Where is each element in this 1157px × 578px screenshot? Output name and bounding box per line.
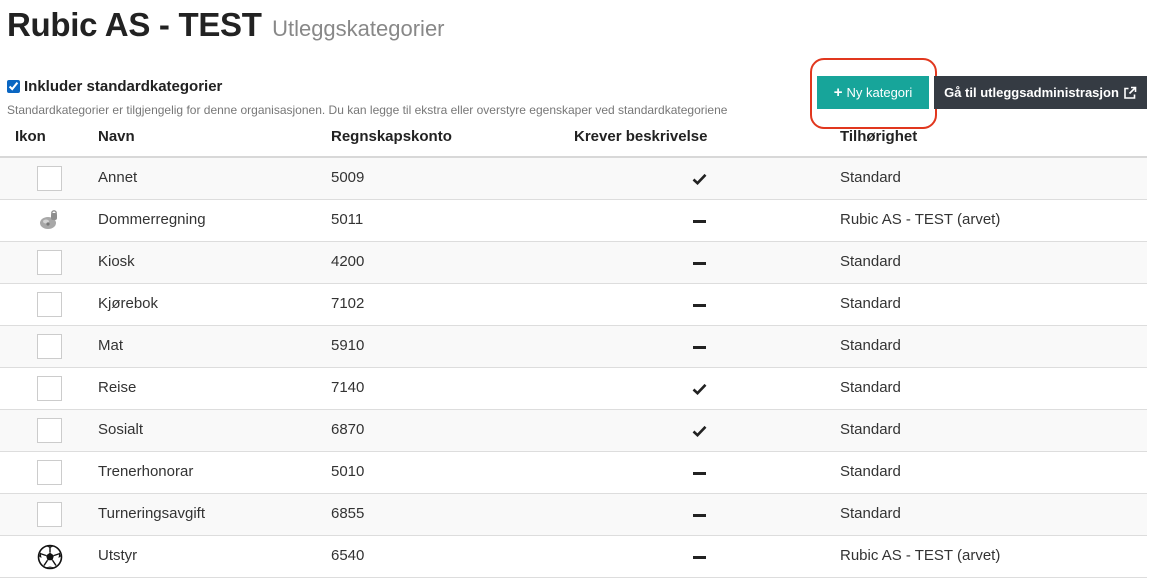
icon-placeholder <box>37 376 62 401</box>
category-belongs: Standard <box>840 379 901 396</box>
header-account: Regnskapskonto <box>331 128 452 145</box>
category-name: Trenerhonorar <box>98 463 194 480</box>
icon-placeholder <box>37 166 62 191</box>
category-belongs: Standard <box>840 169 901 186</box>
account-number: 7140 <box>331 379 365 396</box>
help-text: Standardkategorier er tilgjengelig for d… <box>7 103 728 117</box>
account-number: 6855 <box>331 505 365 522</box>
account-number: 6870 <box>331 421 365 438</box>
dash-icon <box>690 339 708 355</box>
whistle-icon <box>37 208 61 232</box>
table-row[interactable]: Dommerregning 5011 Rubic AS - TEST (arvet) <box>0 200 1147 242</box>
category-belongs: Standard <box>840 463 901 480</box>
category-belongs: Standard <box>840 295 901 312</box>
table-row[interactable]: Turneringsavgift 6855 Standard <box>0 494 1147 536</box>
check-icon <box>690 423 708 439</box>
include-standard-toggle[interactable]: Inkluder standardkategorier <box>7 78 222 95</box>
check-icon <box>690 171 708 187</box>
icon-placeholder <box>37 292 62 317</box>
account-number: 5009 <box>331 169 365 186</box>
table-header: Ikon Navn Regnskapskonto Krever beskrive… <box>0 120 1147 158</box>
dash-icon <box>690 549 708 565</box>
header-icon: Ikon <box>15 128 46 145</box>
dash-icon <box>690 297 708 313</box>
categories-table: Ikon Navn Regnskapskonto Krever beskrive… <box>0 120 1147 578</box>
category-name: Kiosk <box>98 253 135 270</box>
category-name: Mat <box>98 337 124 354</box>
table-row[interactable]: Annet 5009 Standard <box>0 158 1147 200</box>
soccer-ball-icon <box>37 544 63 570</box>
category-belongs: Standard <box>840 505 901 522</box>
category-belongs: Standard <box>840 421 901 438</box>
icon-placeholder <box>37 460 62 485</box>
page-subtitle: Utleggskategorier <box>272 16 445 41</box>
account-number: 5011 <box>331 211 364 228</box>
account-number: 5010 <box>331 463 365 480</box>
header-name: Navn <box>98 128 135 145</box>
include-standard-label: Inkluder standardkategorier <box>24 78 223 95</box>
table-row[interactable]: Kiosk 4200 Standard <box>0 242 1147 284</box>
category-name: Turneringsavgift <box>98 505 205 522</box>
account-number: 5910 <box>331 337 365 354</box>
check-icon <box>690 381 708 397</box>
icon-placeholder <box>37 334 62 359</box>
new-category-label: Ny kategori <box>846 85 913 100</box>
dash-icon <box>690 213 708 229</box>
dash-icon <box>690 507 708 523</box>
category-belongs: Rubic AS - TEST (arvet) <box>840 547 1001 564</box>
category-belongs: Standard <box>840 337 901 354</box>
table-row[interactable]: Utstyr 6540 Rubic AS - TEST (arvet) <box>0 536 1147 578</box>
org-name: Rubic AS - TEST <box>7 6 262 43</box>
category-name: Utstyr <box>98 547 138 564</box>
goto-expense-admin-button[interactable]: Gå til utleggsadministrasjon <box>934 76 1147 109</box>
table-row[interactable]: Sosialt 6870 Standard <box>0 410 1147 452</box>
icon-placeholder <box>37 250 62 275</box>
category-belongs: Standard <box>840 253 901 270</box>
include-standard-checkbox[interactable] <box>7 80 20 93</box>
external-link-icon <box>1124 86 1137 99</box>
header-belongs: Tilhørighet <box>840 128 918 145</box>
category-name: Annet <box>98 169 138 186</box>
table-row[interactable]: Reise 7140 Standard <box>0 368 1147 410</box>
account-number: 6540 <box>331 547 365 564</box>
category-name: Kjørebok <box>98 295 159 312</box>
account-number: 7102 <box>331 295 365 312</box>
table-row[interactable]: Mat 5910 Standard <box>0 326 1147 368</box>
dash-icon <box>690 255 708 271</box>
page-title: Rubic AS - TEST Utleggskategorier <box>7 6 445 44</box>
icon-placeholder <box>37 502 62 527</box>
category-name: Sosialt <box>98 421 144 438</box>
table-row[interactable]: Trenerhonorar 5010 Standard <box>0 452 1147 494</box>
dash-icon <box>690 465 708 481</box>
new-category-button[interactable]: + Ny kategori <box>817 76 929 109</box>
category-belongs: Rubic AS - TEST (arvet) <box>840 211 1001 228</box>
header-requires-description: Krever beskrivelse <box>574 128 708 145</box>
category-name: Reise <box>98 379 137 396</box>
table-row[interactable]: Kjørebok 7102 Standard <box>0 284 1147 326</box>
table-body: Annet 5009 Standard Dommerregning 5011 Rubic … <box>0 158 1147 578</box>
account-number: 4200 <box>331 253 365 270</box>
plus-icon: + <box>833 84 843 101</box>
category-name: Dommerregning <box>98 211 206 228</box>
goto-expense-admin-label: Gå til utleggsadministrasjon <box>944 85 1119 100</box>
icon-placeholder <box>37 418 62 443</box>
